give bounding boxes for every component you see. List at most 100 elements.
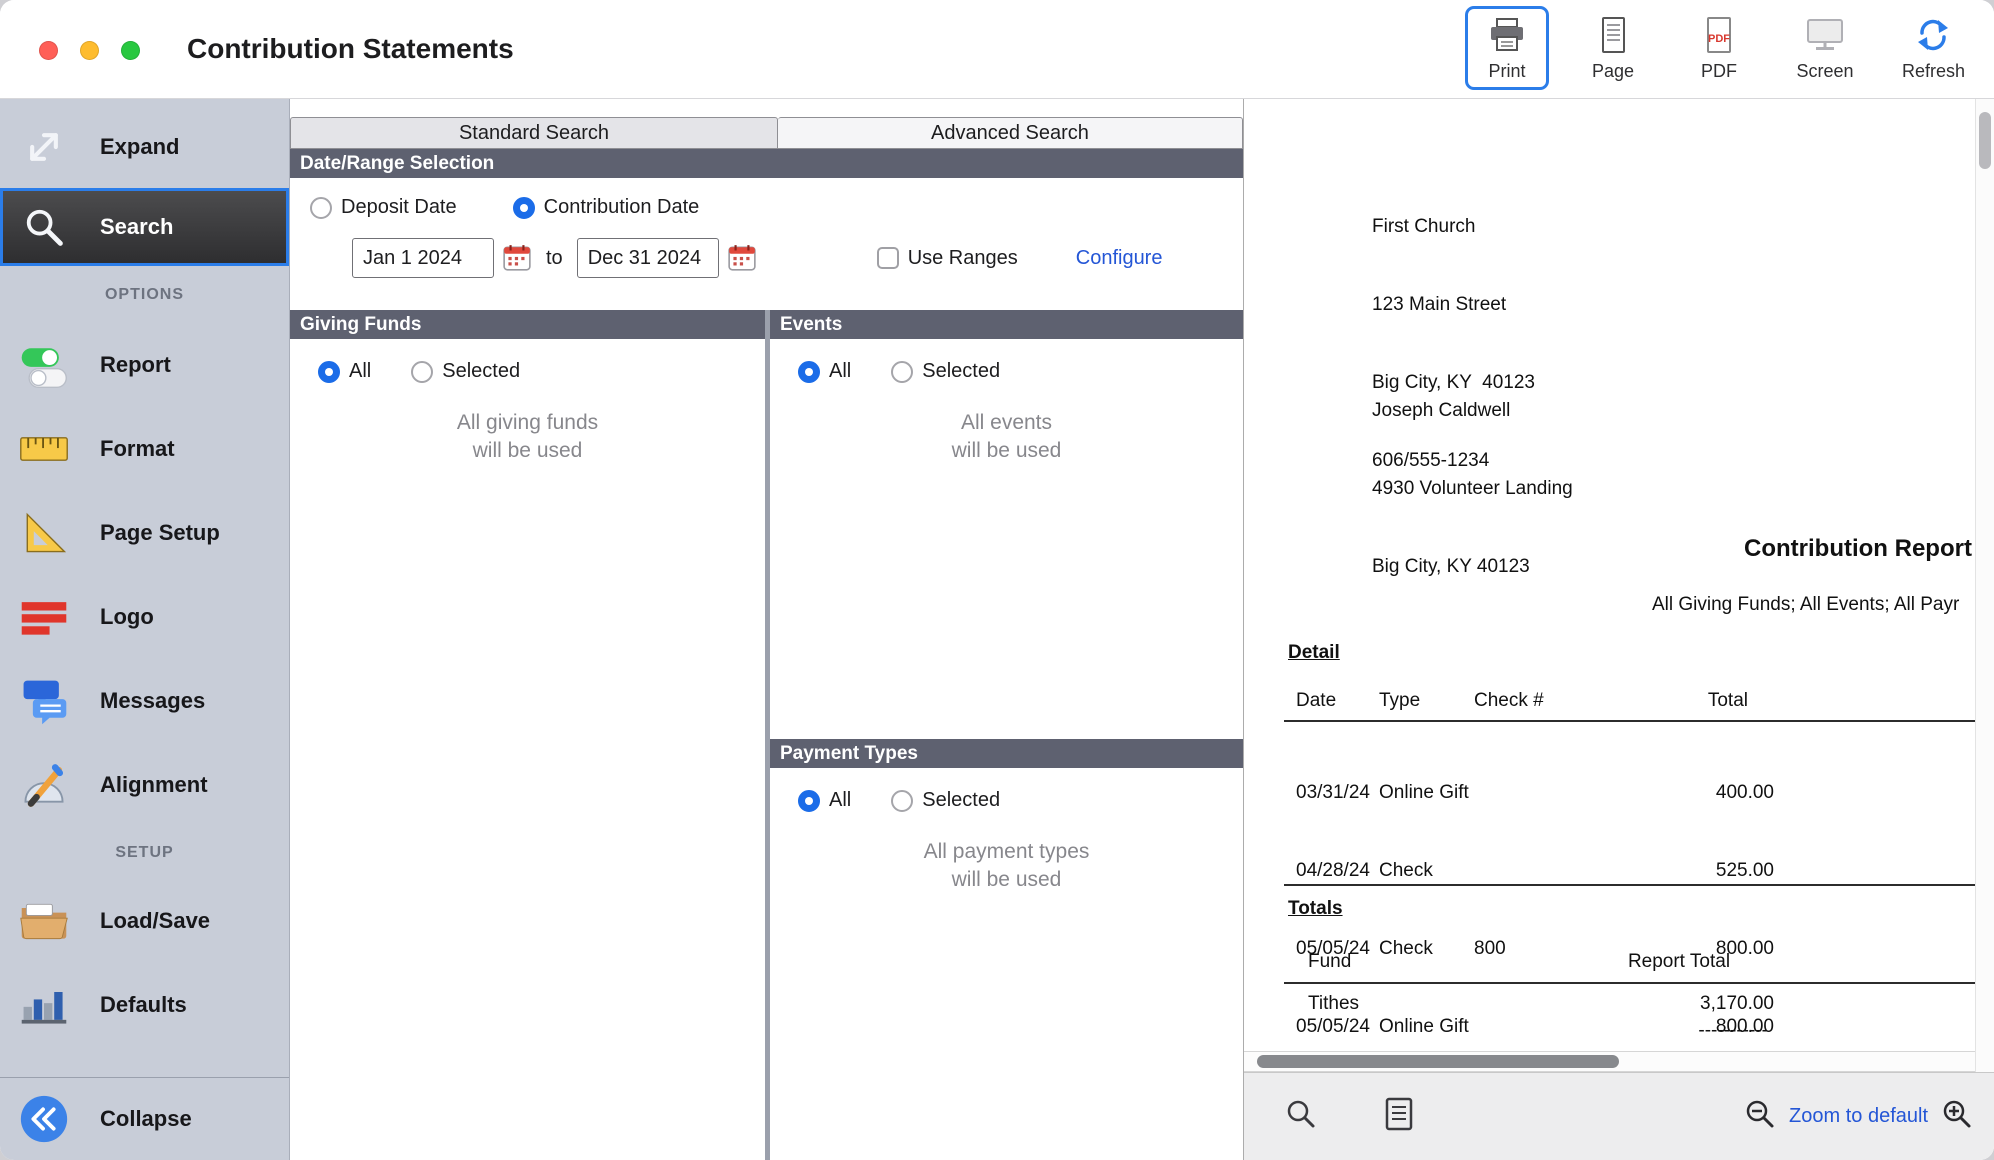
print-button[interactable]: Print (1465, 6, 1549, 90)
sidebar-item-load-save[interactable]: Load/Save (0, 879, 289, 963)
end-date-field[interactable] (577, 238, 719, 278)
refresh-button[interactable]: Refresh (1889, 6, 1978, 90)
preview-vertical-scrollbar[interactable] (1975, 98, 1994, 1072)
giving-funds-all-radio[interactable] (318, 361, 340, 383)
magnifier-icon (16, 203, 72, 251)
zoom-to-default-link[interactable]: Zoom to default (1789, 1105, 1928, 1128)
totals-header-rule (1284, 982, 1975, 984)
vertical-scrollbar-thumb[interactable] (1979, 112, 1991, 169)
sidebar-item-format[interactable]: Format (0, 407, 289, 491)
giving-funds-column: Giving Funds All Selected All giving fun… (290, 310, 765, 1160)
payment-types-all-label: All (829, 789, 851, 812)
preview-horizontal-scrollbar[interactable] (1244, 1051, 1975, 1072)
events-selected-label: Selected (922, 360, 1000, 383)
start-date-calendar-button[interactable] (502, 243, 532, 273)
preview-search-icon[interactable] (1284, 1097, 1318, 1136)
drafting-triangle-icon (16, 507, 72, 559)
search-tabbar: Standard Search Advanced Search (290, 98, 1243, 149)
giving-funds-selected-radio[interactable] (411, 361, 433, 383)
giving-funds-note: All giving funds will be used (290, 409, 765, 465)
zoom-in-icon[interactable] (1940, 1097, 1974, 1136)
payment-types-panel: All Selected All payment types will be u… (770, 768, 1243, 1160)
pdf-button[interactable]: PDF PDF (1677, 6, 1761, 90)
end-date-calendar-button[interactable] (727, 243, 757, 273)
report-preview-viewport: First Church 123 Main Street Big City, K… (1244, 98, 1975, 1051)
recipient-address-block: Joseph Caldwell 4930 Volunteer Landing B… (1372, 346, 1573, 632)
sidebar-item-messages[interactable]: Messages (0, 659, 289, 743)
payment-types-all-radio[interactable] (798, 790, 820, 812)
date-to-label: to (546, 247, 563, 270)
events-header: Events (770, 310, 1243, 339)
recipient-address2: Big City, KY 40123 (1372, 554, 1573, 580)
use-ranges-checkbox[interactable] (877, 247, 899, 269)
events-note: All events will be used (770, 409, 1243, 465)
search-panel: Standard Search Advanced Search Date/Ran… (290, 98, 1243, 1160)
report-preview-pane: First Church 123 Main Street Big City, K… (1243, 98, 1994, 1160)
page-label: Page (1592, 61, 1634, 82)
ruler-icon (16, 423, 72, 475)
use-ranges-label: Use Ranges (908, 247, 1018, 270)
payment-types-selected-radio[interactable] (891, 790, 913, 812)
church-address1: 123 Main Street (1372, 292, 1535, 318)
sidebar-item-search[interactable]: Search (0, 188, 289, 266)
expand-arrows-icon (16, 121, 72, 173)
tab-advanced-search[interactable]: Advanced Search (778, 117, 1243, 149)
totals-row: Tithes 3,170.00 (1284, 991, 1774, 1017)
events-radio-group: All Selected (770, 339, 1243, 383)
report-title: Contribution Report (1744, 536, 1972, 562)
preview-zoom-bar: Zoom to default (1244, 1072, 1994, 1160)
screen-label: Screen (1796, 61, 1853, 82)
expand-label: Expand (100, 134, 179, 160)
svg-text:PDF: PDF (1708, 33, 1730, 45)
deposit-date-radio[interactable] (310, 197, 332, 219)
print-label: Print (1488, 61, 1525, 82)
page-button[interactable]: Page (1571, 6, 1655, 90)
minimize-button[interactable] (80, 41, 99, 60)
date-range-controls: Deposit Date Contribution Date (290, 178, 1243, 310)
fund-total: 3,170.00 (1584, 991, 1774, 1017)
tab-standard-search[interactable]: Standard Search (290, 117, 778, 149)
date-range-row: to (352, 238, 1162, 278)
sidebar-item-collapse[interactable]: Collapse (0, 1077, 289, 1160)
sidebar-item-report[interactable]: Report (0, 323, 289, 407)
report-label: Report (100, 352, 171, 378)
events-panel: All Selected All events will be used (770, 339, 1243, 739)
preview-page-layout-icon[interactable] (1384, 1097, 1414, 1136)
messages-label: Messages (100, 688, 205, 714)
search-label: Search (100, 214, 173, 240)
screen-icon (1805, 17, 1845, 58)
giving-funds-all-label: All (349, 360, 371, 383)
contribution-date-radio[interactable] (513, 197, 535, 219)
giving-funds-radio-group: All Selected (290, 339, 765, 383)
sidebar-item-expand[interactable]: Expand (0, 106, 289, 188)
giving-funds-panel: All Selected All giving funds will be us… (290, 339, 765, 1160)
events-selected-radio[interactable] (891, 361, 913, 383)
calendar-icon (502, 261, 532, 276)
sidebar-item-defaults[interactable]: Defaults (0, 963, 289, 1047)
col-date: Date (1284, 688, 1379, 714)
close-button[interactable] (39, 41, 58, 60)
titlebar: Contribution Statements Print (0, 0, 1994, 99)
logo-bars-icon (16, 591, 72, 643)
protractor-pencil-icon (16, 759, 72, 811)
sidebar-item-logo[interactable]: Logo (0, 575, 289, 659)
pdf-icon: PDF (1699, 17, 1739, 58)
church-name: First Church (1372, 214, 1535, 240)
zoom-window-button[interactable] (121, 41, 140, 60)
sidebar-item-page-setup[interactable]: Page Setup (0, 491, 289, 575)
recipient-name: Joseph Caldwell (1372, 398, 1573, 424)
detail-column-headers: Date Type Check # Total (1284, 688, 1774, 714)
start-date-field[interactable] (352, 238, 494, 278)
configure-link[interactable]: Configure (1076, 247, 1163, 270)
events-all-label: All (829, 360, 851, 383)
zoom-out-icon[interactable] (1743, 1097, 1777, 1136)
sidebar: Expand Search OPTIONS Report (0, 98, 290, 1160)
screen-button[interactable]: Screen (1783, 6, 1867, 90)
giving-funds-selected-label: Selected (442, 360, 520, 383)
events-all-radio[interactable] (798, 361, 820, 383)
sidebar-setup-header: SETUP (0, 827, 289, 879)
collapse-circle-icon (16, 1092, 72, 1146)
sidebar-item-alignment[interactable]: Alignment (0, 743, 289, 827)
horizontal-scrollbar-thumb[interactable] (1257, 1055, 1619, 1068)
payment-types-header: Payment Types (770, 739, 1243, 768)
